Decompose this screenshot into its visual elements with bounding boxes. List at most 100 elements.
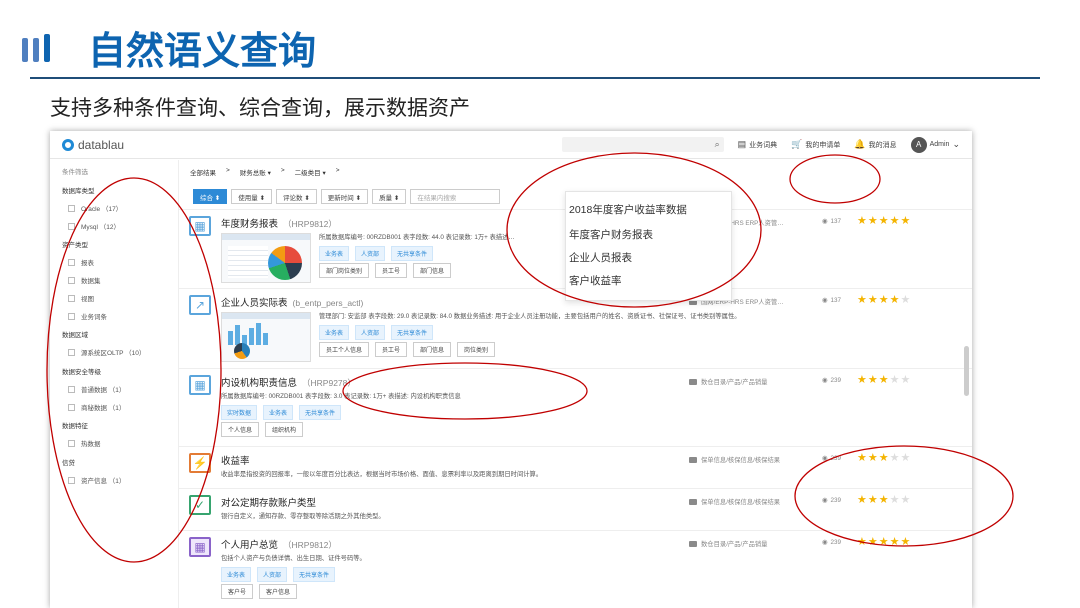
filter-option[interactable]: 热数据 [68,438,101,448]
tag[interactable]: 人资部 [257,567,288,582]
item-path[interactable]: 数仓目录/产品/产品销量 [689,377,767,386]
star-icon: ★ [867,536,879,548]
sort-composite-button[interactable]: 综合 ⬍ [193,189,228,204]
sort-usage-button[interactable]: 使用量 ⬍ [231,189,273,204]
star-icon: ★ [867,494,879,506]
tag[interactable]: 人资部 [355,325,386,340]
filter-option[interactable]: 资产信息 （1） [68,475,125,485]
item-title[interactable]: 个人用户总览 （HRP9812） [221,537,337,551]
tag[interactable]: 人资部 [355,246,386,261]
item-path[interactable]: 保单信息/核保信息/核保结果 [689,497,780,506]
star-icon: ★ [900,294,912,306]
star-icon: ★ [857,536,868,548]
field-label[interactable]: 客户信息 [259,584,298,599]
sort-update-time-button[interactable]: 更新时间 ⬍ [320,189,369,204]
slide-subtitle: 支持多种条件查询、综合查询，展示数据资产 [50,96,470,120]
filter-option[interactable]: 视图 [68,293,94,303]
checkbox[interactable] [68,294,75,302]
tag[interactable]: 无共享条件 [299,405,342,420]
filter-group-db-type: 数据库类型 [62,188,95,195]
checkbox[interactable] [68,276,75,284]
star-icon: ★ [878,294,890,306]
checkbox[interactable] [68,348,75,356]
field-label[interactable]: 部门信息 [413,263,452,278]
breadcrumb-item[interactable]: 财务总账 ▾ [240,167,271,177]
list-item[interactable]: ▦ 内设机构职责信息 （HRP9278） 所属数据库编号: 00RZDB001 表… [179,368,972,446]
folder-icon [689,540,697,547]
suggestion-item[interactable]: 2018年度客户收益率数据 [569,202,687,217]
item-title[interactable]: 收益率 [221,453,250,467]
filter-option[interactable]: 数据集 [68,275,101,285]
topbar-item-label: 我的消息 [868,141,897,149]
item-title[interactable]: 内设机构职责信息 （HRP9278） [221,375,356,389]
checkbox[interactable] [68,258,75,266]
topbar-business-glossary[interactable]: ▤ 业务词典 [738,139,778,150]
sort-quality-button[interactable]: 质量 ⬍ [372,189,407,204]
checkbox[interactable] [68,222,75,230]
item-path[interactable]: 保单信息/核保信息/核保结果 [689,455,780,464]
tag[interactable]: 无共享条件 [391,325,434,340]
scrollbar[interactable] [964,346,969,396]
report-thumbnail[interactable] [221,233,311,283]
suggestion-item[interactable]: 企业人员报表 [569,250,632,265]
topbar-my-messages[interactable]: 🔔 我的消息 [854,139,896,150]
sort-comments-button[interactable]: 评论数 ⬍ [276,189,317,204]
breadcrumb-item[interactable]: 全部结果 [190,167,216,177]
suggestion-item[interactable]: 年度客户财务报表 [569,227,653,242]
item-description: 银行自定义，通知存款、零存整取等除活期之外其他类型。 [221,513,385,520]
breadcrumb-item[interactable]: 二级类目 ▾ [295,167,326,177]
list-item[interactable]: ✓ 对公定期存款账户类型 银行自定义，通知存款、零存整取等除活期之外其他类型。 … [179,488,972,530]
tag[interactable]: 业务表 [319,325,350,340]
field-label[interactable]: 岗位类别 [457,342,496,357]
global-search-input[interactable]: ⌕ [561,137,724,152]
suggestion-item[interactable]: 客户收益率 [569,273,622,288]
filter-option[interactable]: Mysql （12） [68,221,120,231]
list-item[interactable]: ▦ 个人用户总览 （HRP9812） 包括个人资产与负债详情、出生日期、证件号码等… [179,530,972,608]
tag[interactable]: 业务表 [263,405,294,420]
field-label[interactable]: 客户号 [221,584,254,599]
star-icon: ★ [857,374,868,386]
filter-option[interactable]: 普通数据 （1） [68,384,125,394]
item-title[interactable]: 对公定期存款账户类型 [221,495,316,509]
star-icon: ★ [857,294,868,306]
tag[interactable]: 实时数据 [221,405,258,420]
item-path[interactable]: 数仓目录/产品/产品销量 [689,539,767,548]
star-icon: ★ [867,452,879,464]
checkbox[interactable] [68,439,75,447]
tag[interactable]: 无共享条件 [391,246,434,261]
app-logo[interactable]: datablau [62,138,124,152]
checkbox[interactable] [68,385,75,393]
report-thumbnail[interactable] [221,312,311,362]
filter-option[interactable]: Oracle （17） [68,203,122,213]
breadcrumb: 全部结果 > 财务总账 ▾ > 二级类目 ▾ > [190,167,340,177]
field-label[interactable]: 个人信息 [221,422,260,437]
tag[interactable]: 业务表 [221,567,252,582]
user-menu[interactable]: A Admin ⌄ [910,136,960,153]
field-label[interactable]: 部门信息 [413,342,452,357]
topbar-my-requests[interactable]: 🛒 我的申请单 [791,139,840,150]
checkbox[interactable] [68,312,75,320]
item-code: （HRP9278） [302,378,356,388]
field-label[interactable]: 员工个人信息 [319,342,370,357]
tag[interactable]: 业务表 [319,246,350,261]
tag[interactable]: 无共享条件 [293,567,336,582]
field-label[interactable]: 员工号 [375,342,408,357]
field-label[interactable]: 部门岗位类别 [319,263,370,278]
search-in-results-input[interactable]: 在结果内搜索 [410,189,501,204]
search-icon[interactable]: ⌕ [715,139,720,150]
filter-option[interactable]: 商秘数据 （1） [68,402,125,412]
item-title[interactable]: 企业人员实际表 (b_entp_pers_actl) [221,295,363,309]
checkbox[interactable] [68,476,75,484]
tag-row: 业务表 人资部 无共享条件 [319,246,434,261]
list-item[interactable]: ⚡ 收益率 收益率是指投资的回报率，一般以年度百分比表达，根据当时市场价格、面值… [179,446,972,488]
field-label[interactable]: 员工号 [375,263,408,278]
filter-option[interactable]: 源系统区OLTP （10） [68,347,145,357]
checkbox[interactable] [68,403,75,411]
eye-icon: ◉ [822,218,828,225]
item-description: 包括个人资产与负债详情、出生日期、证件号码等。 [221,555,366,562]
filter-option[interactable]: 业务词条 [68,311,107,321]
field-label[interactable]: 组织机构 [265,422,304,437]
checkbox[interactable] [68,204,75,212]
item-title[interactable]: 年度财务报表 （HRP9812） [221,216,337,230]
filter-option[interactable]: 报表 [68,257,94,267]
